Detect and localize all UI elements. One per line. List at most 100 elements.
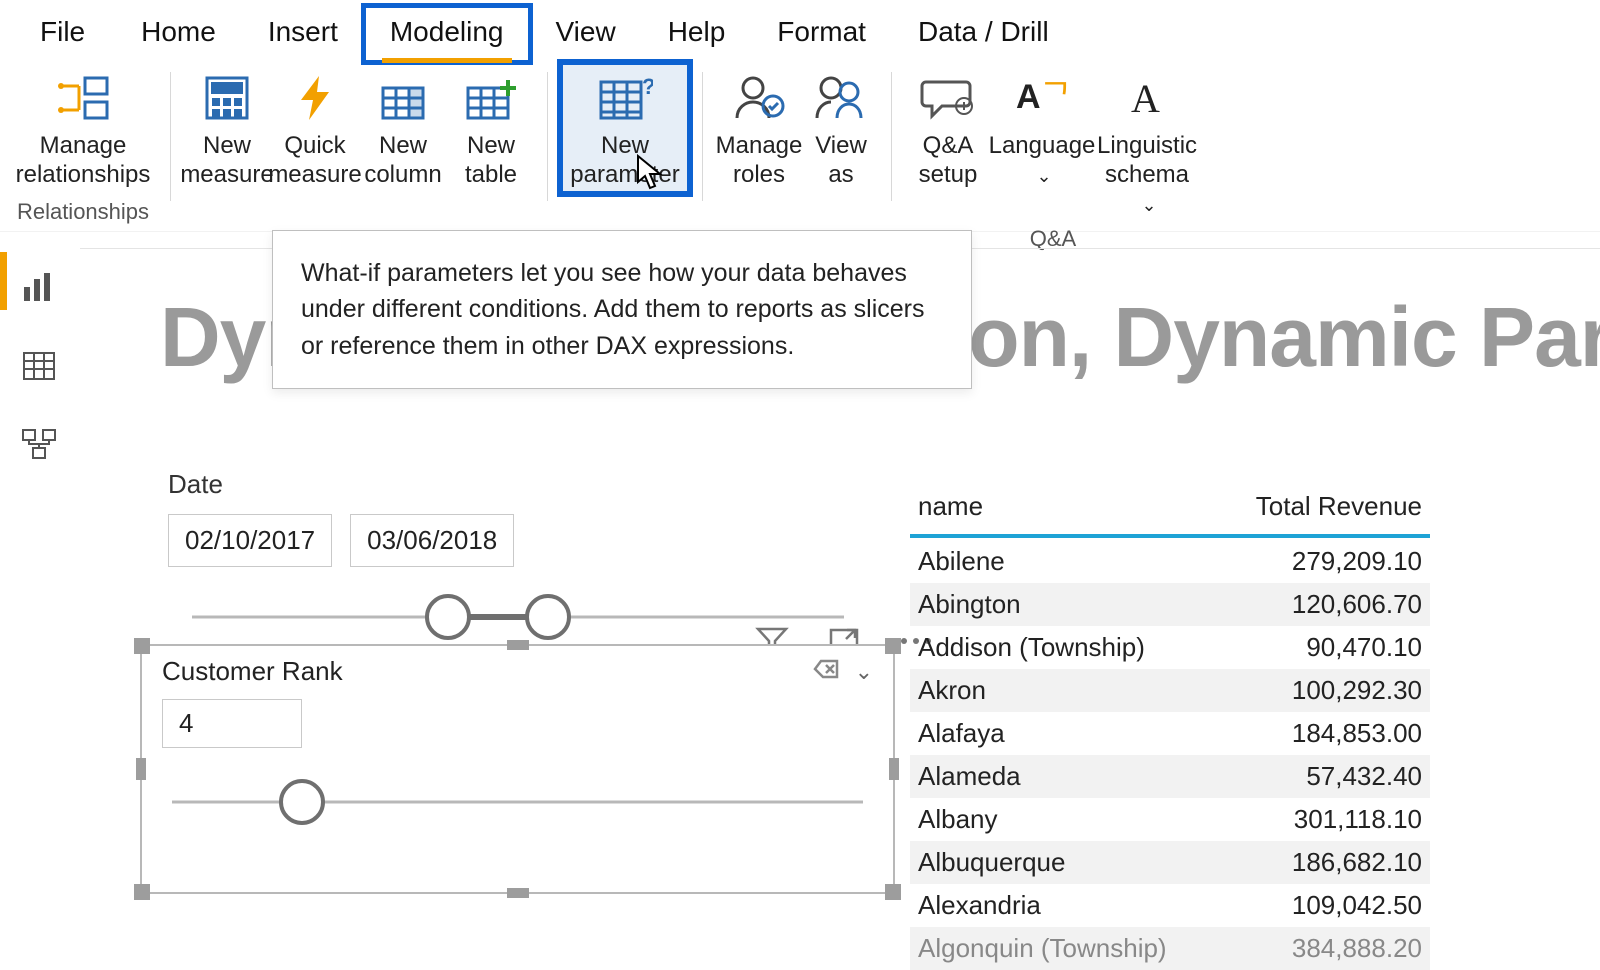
group-calculations-label: [356, 195, 362, 231]
cell-name: Alameda: [910, 755, 1218, 798]
tab-modeling[interactable]: Modeling: [364, 6, 530, 62]
resize-handle[interactable]: [134, 638, 150, 654]
table-row[interactable]: Addison (Township)90,470.10: [910, 626, 1430, 669]
cell-name: Alexandria: [910, 884, 1218, 927]
table-row[interactable]: Abilene279,209.10: [910, 536, 1430, 583]
tab-insert[interactable]: Insert: [242, 6, 364, 62]
cell-value: 279,209.10: [1218, 536, 1430, 583]
tab-file[interactable]: File: [10, 6, 115, 62]
model-view-button[interactable]: [17, 422, 61, 466]
divider: [891, 72, 892, 201]
cell-name: Akron: [910, 669, 1218, 712]
new-table-icon: [463, 70, 519, 126]
customer-rank-title: Customer Rank: [162, 656, 343, 687]
divider: [170, 72, 171, 201]
customer-rank-slicer[interactable]: Customer Rank ⌄ 4: [140, 644, 895, 894]
slider-track: [172, 801, 863, 804]
table-row[interactable]: Albany301,118.10: [910, 798, 1430, 841]
resize-handle[interactable]: [507, 640, 529, 650]
table-row[interactable]: Alafaya184,853.00: [910, 712, 1430, 755]
language-button[interactable]: Aᄀ Language⌄: [992, 62, 1092, 194]
cell-name: Abington: [910, 583, 1218, 626]
resize-handle[interactable]: [885, 638, 901, 654]
cell-name: Albuquerque: [910, 841, 1218, 884]
table-row[interactable]: Alexandria109,042.50: [910, 884, 1430, 927]
revenue-table[interactable]: name Total Revenue Abilene279,209.10Abin…: [910, 481, 1430, 970]
linguistic-schema-button[interactable]: A Linguisticschema ⌄: [1092, 62, 1202, 222]
cell-name: Abilene: [910, 536, 1218, 583]
customer-rank-slider[interactable]: [172, 778, 863, 826]
date-from-input[interactable]: 02/10/2017: [168, 514, 332, 567]
table-row[interactable]: Albuquerque186,682.10: [910, 841, 1430, 884]
table-row[interactable]: Akron100,292.30: [910, 669, 1430, 712]
new-parameter-button[interactable]: ? Newparameter: [560, 62, 690, 194]
cell-value: 120,606.70: [1218, 583, 1430, 626]
view-as-button[interactable]: Viewas: [803, 62, 879, 194]
new-column-button[interactable]: Newcolumn: [359, 62, 447, 194]
tab-data-drill[interactable]: Data / Drill: [892, 6, 1075, 62]
quick-measure-icon: [287, 70, 343, 126]
cell-value: 186,682.10: [1218, 841, 1430, 884]
cell-value: 384,888.20: [1218, 927, 1430, 970]
new-table-button[interactable]: Newtable: [447, 62, 535, 194]
cell-value: 301,118.10: [1218, 798, 1430, 841]
slider-thumb-end[interactable]: [525, 594, 571, 640]
language-icon: Aᄀ: [1014, 70, 1070, 126]
table-row[interactable]: Abington120,606.70: [910, 583, 1430, 626]
table-row[interactable]: Algonquin (Township)384,888.20: [910, 927, 1430, 970]
new-column-label: Newcolumn: [364, 132, 441, 190]
divider: [702, 72, 703, 201]
mouse-cursor: [636, 154, 664, 190]
qna-setup-button[interactable]: Q&Asetup: [904, 62, 992, 194]
new-measure-button[interactable]: Newmeasure: [183, 62, 271, 194]
cell-value: 184,853.00: [1218, 712, 1430, 755]
date-to-input[interactable]: 03/06/2018: [350, 514, 514, 567]
linguistic-schema-icon: A: [1119, 70, 1175, 126]
table-row[interactable]: Alameda57,432.40: [910, 755, 1430, 798]
col-name[interactable]: name: [910, 481, 1218, 536]
svg-text:?: ?: [642, 74, 653, 99]
resize-handle[interactable]: [134, 884, 150, 900]
resize-handle[interactable]: [136, 758, 146, 780]
cell-value: 57,432.40: [1218, 755, 1430, 798]
tab-format[interactable]: Format: [751, 6, 892, 62]
new-table-label: Newtable: [465, 132, 517, 190]
report-view-button[interactable]: [17, 266, 61, 310]
chevron-down-icon[interactable]: ⌄: [855, 659, 873, 685]
tab-help[interactable]: Help: [642, 6, 752, 62]
group-security-label: [794, 195, 800, 231]
qna-setup-label: Q&Asetup: [919, 132, 978, 190]
new-measure-label: Newmeasure: [180, 132, 273, 190]
cell-value: 100,292.30: [1218, 669, 1430, 712]
resize-handle[interactable]: [885, 884, 901, 900]
ribbon: Managerelationships Relationships Newmea…: [0, 62, 1600, 232]
customer-rank-value[interactable]: 4: [162, 699, 302, 748]
cell-name: Algonquin (Township): [910, 927, 1218, 970]
quick-measure-button[interactable]: Quickmeasure: [271, 62, 359, 194]
manage-relationships-label: Managerelationships: [16, 132, 151, 190]
language-label: Language⌄: [989, 132, 1096, 190]
view-as-label: Viewas: [815, 132, 867, 190]
manage-roles-icon: [731, 70, 787, 126]
new-column-icon: [375, 70, 431, 126]
ribbon-tabs: File Home Insert Modeling View Help Form…: [0, 0, 1600, 62]
linguistic-schema-label: Linguisticschema ⌄: [1094, 132, 1200, 218]
date-slicer-label: Date: [168, 469, 868, 500]
view-rail: [0, 248, 78, 466]
data-view-button[interactable]: [17, 344, 61, 388]
clear-selection-icon[interactable]: [811, 657, 841, 686]
manage-roles-button[interactable]: Manageroles: [715, 62, 803, 194]
col-total[interactable]: Total Revenue: [1218, 481, 1430, 536]
resize-handle[interactable]: [507, 888, 529, 898]
relationships-icon: [55, 70, 111, 126]
divider: [547, 72, 548, 201]
resize-handle[interactable]: [889, 758, 899, 780]
slider-thumb[interactable]: [279, 779, 325, 825]
manage-relationships-button[interactable]: Managerelationships: [8, 62, 158, 194]
date-slicer[interactable]: Date 02/10/2017 03/06/2018: [168, 469, 868, 641]
view-as-icon: [813, 70, 869, 126]
tab-view[interactable]: View: [530, 6, 642, 62]
tab-home[interactable]: Home: [115, 6, 242, 62]
slider-thumb-start[interactable]: [425, 594, 471, 640]
cell-name: Albany: [910, 798, 1218, 841]
